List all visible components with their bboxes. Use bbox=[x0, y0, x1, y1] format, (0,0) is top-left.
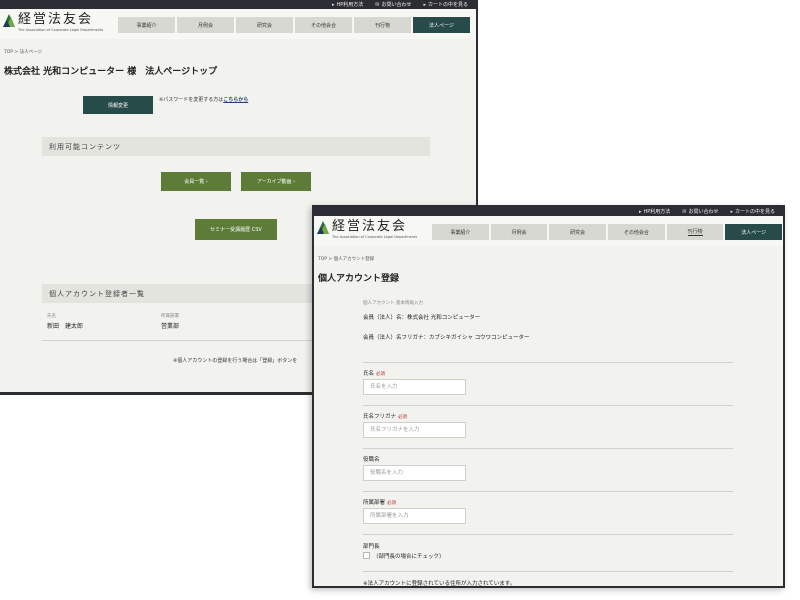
password-change-link[interactable]: こちらから bbox=[223, 97, 248, 103]
column-name-label: 氏名 bbox=[47, 314, 56, 319]
kana-label: 氏名フリガナ 必須 bbox=[363, 414, 408, 420]
global-nav: 事業紹介 月例会 研究会 その他会合 刊行物 法人ページ bbox=[118, 17, 470, 33]
nav-business[interactable]: 事業紹介 bbox=[118, 17, 175, 33]
top-link-cart[interactable]: ▸ カートの中を見る bbox=[423, 1, 468, 9]
registration-footnote: ※個人アカウントの登録を行う場合は「登録」ボタンを bbox=[173, 358, 298, 364]
nav-other-meetings[interactable]: その他会合 bbox=[295, 17, 352, 33]
account-row-dept: 営業部 bbox=[161, 323, 180, 330]
address-note: ※法人アカウントに登録されている住所が入力されています。 bbox=[363, 581, 516, 587]
job-title-label: 役職名 bbox=[363, 457, 380, 463]
divider bbox=[363, 571, 733, 572]
breadcrumb: TOP > 法人ページ bbox=[4, 50, 43, 55]
required-badge: 必須 bbox=[398, 415, 408, 420]
dept-head-check-text: （部門長の場合にチェック） bbox=[373, 554, 445, 560]
top-link-hp-usage[interactable]: ▸ HP利用方法 bbox=[638, 208, 670, 216]
divider bbox=[363, 405, 733, 406]
available-contents-heading: 利用可能コンテンツ bbox=[42, 137, 430, 156]
logo-mark-icon bbox=[3, 14, 15, 27]
arrow-icon: ▸ bbox=[331, 1, 335, 8]
logo-text-jp: 経営法友会 bbox=[18, 12, 94, 27]
divider bbox=[363, 362, 733, 363]
name-input[interactable] bbox=[363, 379, 466, 395]
site-logo[interactable]: 経営法友会 The Association of Corporate Legal… bbox=[317, 220, 417, 239]
password-note: ※パスワードを変更する方はこちらから bbox=[159, 97, 249, 103]
required-badge: 必須 bbox=[387, 501, 397, 506]
mail-icon: ✉ bbox=[375, 1, 380, 8]
nav-research[interactable]: 研究会 bbox=[236, 17, 293, 33]
nav-corporate[interactable]: 法人ページ bbox=[725, 224, 783, 240]
cart-icon: ▸ bbox=[423, 1, 426, 8]
nav-monthly[interactable]: 月例会 bbox=[177, 17, 234, 33]
site-logo[interactable]: 経営法友会 The Association of Corporate Legal… bbox=[3, 13, 103, 32]
required-badge: 必須 bbox=[376, 372, 386, 377]
nav-publications[interactable]: 刊行物 bbox=[354, 17, 411, 33]
nav-research[interactable]: 研究会 bbox=[549, 224, 607, 240]
logo-text-jp: 経営法友会 bbox=[332, 219, 408, 234]
nav-business[interactable]: 事業紹介 bbox=[432, 224, 489, 240]
breadcrumb: TOP > 個人アカウント登録 bbox=[318, 257, 375, 262]
form-caption: 個人アカウント 基本情報入力 bbox=[363, 301, 423, 306]
page-title: 個人アカウント登録 bbox=[318, 274, 400, 284]
column-dept-label: 所属部署 bbox=[161, 314, 179, 319]
dept-head-checkbox[interactable] bbox=[363, 552, 370, 559]
top-link-hp-usage[interactable]: ▸ HP利用方法 bbox=[331, 1, 363, 9]
arrow-icon: ▸ bbox=[638, 208, 642, 215]
top-link-contact[interactable]: ✉ お問い合わせ bbox=[375, 1, 411, 9]
kana-input[interactable] bbox=[363, 422, 466, 438]
top-link-cart[interactable]: ▸ カートの中を見る bbox=[730, 208, 775, 216]
account-row-name: 新田 建太郎 bbox=[47, 323, 84, 330]
logo-text-en: The Association of Corporate Legal Depar… bbox=[18, 28, 104, 32]
cart-icon: ▸ bbox=[730, 208, 733, 215]
page-title: 株式会社 光和コンピューター 様 法人ページトップ bbox=[4, 67, 218, 77]
divider bbox=[363, 448, 733, 449]
seminar-csv-button[interactable]: セミナー受講履歴 CSV bbox=[195, 219, 277, 240]
mail-icon: ✉ bbox=[682, 208, 687, 215]
logo-mark-icon bbox=[317, 221, 329, 234]
department-label: 所属部署 必須 bbox=[363, 500, 397, 506]
department-input[interactable] bbox=[363, 508, 466, 524]
member-corporate-name: 会員（法人）名：株式会社 光和コンピューター bbox=[363, 315, 481, 321]
site-header: 経営法友会 The Association of Corporate Legal… bbox=[314, 216, 783, 246]
global-nav: 事業紹介 月例会 研究会 その他会合 刊行物 法人ページ bbox=[432, 224, 783, 240]
member-list-button[interactable]: 会員一覧 › bbox=[161, 172, 231, 191]
site-header: 経営法友会 The Association of Corporate Legal… bbox=[0, 9, 476, 39]
nav-other-meetings[interactable]: その他会合 bbox=[608, 224, 665, 240]
top-link-contact[interactable]: ✉ お問い合わせ bbox=[682, 208, 718, 216]
job-title-input[interactable] bbox=[363, 465, 466, 481]
divider bbox=[363, 491, 733, 492]
nav-corporate[interactable]: 法人ページ bbox=[413, 17, 470, 33]
dept-head-label: 部門長 bbox=[363, 544, 380, 550]
account-registration-window: ▸ HP利用方法 ✉ お問い合わせ ▸ カートの中を見る 経営法友会 The Asso… bbox=[312, 205, 785, 588]
divider bbox=[363, 534, 733, 535]
top-utility-bar: ▸ HP利用方法 ✉ お問い合わせ ▸ カートの中を見る bbox=[314, 207, 783, 216]
nav-publications[interactable]: 刊行物 bbox=[666, 224, 724, 240]
name-label: 氏名 必須 bbox=[363, 371, 386, 377]
logo-text-en: The Association of Corporate Legal Depar… bbox=[332, 235, 418, 239]
top-utility-bar: ▸ HP利用方法 ✉ お問い合わせ ▸ カートの中を見る bbox=[0, 0, 476, 9]
member-corporate-kana: 会員（法人）名フリガナ：カブシキガイシャ コウワコンピューター bbox=[363, 335, 530, 341]
nav-monthly[interactable]: 月例会 bbox=[490, 224, 548, 240]
edit-info-button[interactable]: 情報変更 bbox=[83, 96, 153, 114]
archive-video-button[interactable]: アーカイブ動画 › bbox=[241, 172, 311, 191]
